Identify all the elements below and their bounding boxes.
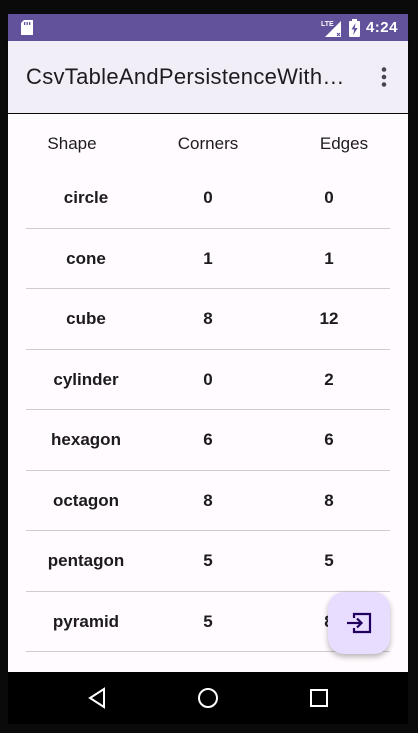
edges-cell: 12 [319, 309, 339, 328]
shape-cell: cone [66, 248, 106, 268]
table-row[interactable]: octagon 8 8 [26, 471, 390, 531]
device-frame: LTE 4:24 CsvTableAndPersistenceWith… Sha… [0, 0, 418, 733]
shape-cell: cube [66, 309, 106, 328]
table-row[interactable]: pentagon 5 5 [26, 531, 390, 592]
table-row[interactable] [26, 652, 390, 672]
table-row[interactable]: cone 1 1 [26, 229, 390, 289]
edges-cell: 2 [324, 369, 334, 389]
import-fab-button[interactable] [328, 592, 390, 654]
corners-cell: 1 [203, 248, 213, 268]
corners-cell: 8 [203, 309, 213, 328]
table-row[interactable]: cube 8 12 [26, 289, 390, 350]
sim-card-icon [21, 20, 33, 35]
recents-square-icon[interactable] [305, 684, 333, 712]
shape-cell: cylinder [53, 369, 119, 389]
back-triangle-icon[interactable] [84, 684, 112, 712]
corners-cell: 6 [203, 430, 213, 449]
shape-cell: octagon [52, 490, 120, 510]
app-title: CsvTableAndPersistenceWith… [26, 64, 345, 89]
more-vert-icon [381, 67, 387, 87]
lte-signal-icon: LTE [321, 20, 341, 37]
table-row[interactable]: circle 0 0 [26, 168, 390, 229]
corners-cell: 5 [203, 551, 213, 570]
edges-cell: 6 [324, 430, 334, 449]
shape-cell: circle [63, 188, 109, 207]
shape-cell: pentagon [47, 551, 125, 570]
corners-cell: 0 [203, 188, 213, 207]
table-content: Shape Corners Edges circle 0 0 cone 1 1 cube 8 1… [8, 114, 408, 672]
edges-cell: 0 [324, 188, 334, 207]
edges-cell: 5 [324, 551, 334, 570]
home-circle-icon[interactable] [194, 684, 222, 712]
table-row[interactable]: cylinder 0 2 [26, 350, 390, 410]
status-bar: LTE 4:24 [8, 14, 408, 41]
shape-cell: hexagon [51, 430, 121, 449]
corners-cell: 8 [203, 490, 213, 510]
table-header: Shape Corners Edges [8, 114, 408, 170]
battery-charging-icon [348, 18, 360, 37]
column-header-edges[interactable]: Edges [284, 134, 404, 154]
svg-text:LTE: LTE [321, 21, 334, 28]
overflow-menu-button[interactable] [366, 59, 402, 95]
status-time: 4:24 [365, 19, 398, 36]
table-row[interactable]: hexagon 6 6 [26, 410, 390, 471]
shape-cell: pyramid [52, 611, 120, 631]
input-arrow-icon [347, 612, 372, 634]
system-nav-bar [8, 672, 408, 724]
top-app-bar: CsvTableAndPersistenceWith… [8, 41, 408, 113]
corners-cell: 0 [203, 369, 213, 389]
column-header-corners[interactable]: Corners [148, 134, 268, 154]
column-header-shape[interactable]: Shape [12, 134, 132, 154]
edges-cell: 8 [324, 490, 334, 510]
status-icons: LTE 4:24 [321, 14, 398, 41]
corners-cell: 5 [203, 611, 213, 631]
edges-cell: 1 [324, 248, 334, 268]
